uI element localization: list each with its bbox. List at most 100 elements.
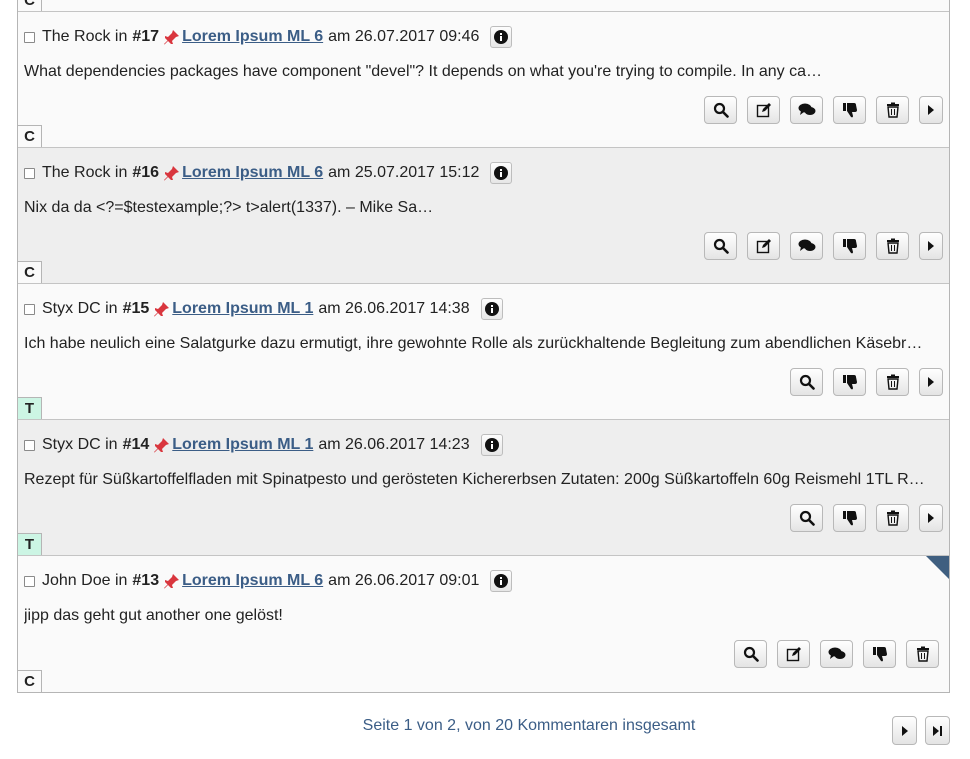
pin-icon: [163, 573, 180, 590]
author: The Rock: [42, 164, 111, 181]
select-checkbox[interactable]: [24, 303, 35, 315]
delete-button[interactable]: [876, 368, 909, 396]
expand-button[interactable]: [919, 504, 943, 532]
skip-end-icon: [933, 725, 942, 736]
type-tag: T: [18, 533, 42, 555]
comment-list: C The Rock in #17 Lorem Ipsum ML 6 am 26…: [17, 0, 950, 693]
author: John Doe: [42, 572, 111, 589]
comment-item: The Rock in #16 Lorem Ipsum ML 6 am 25.0…: [18, 148, 949, 284]
info-button[interactable]: [480, 298, 503, 320]
info-icon: [494, 574, 509, 588]
expand-button[interactable]: [919, 96, 943, 124]
select-checkbox[interactable]: [24, 167, 35, 179]
info-button[interactable]: [490, 162, 513, 184]
pin-icon: [153, 437, 170, 454]
dislike-button[interactable]: [863, 640, 896, 668]
topic-link[interactable]: Lorem Ipsum ML 1: [172, 300, 313, 318]
select-checkbox[interactable]: [24, 31, 35, 43]
view-button[interactable]: [790, 368, 823, 396]
delete-button[interactable]: [876, 96, 909, 124]
last-page-button[interactable]: [925, 716, 950, 745]
type-tag: C: [18, 125, 42, 147]
thumbs-down-icon: [842, 375, 857, 390]
edit-icon: [786, 647, 801, 662]
reply-button[interactable]: [790, 232, 823, 260]
view-button[interactable]: [734, 640, 767, 668]
topic-link[interactable]: Lorem Ipsum ML 6: [182, 164, 323, 182]
pagination-info: Seite 1 von 2, von 20 Kommentaren insges…: [362, 717, 696, 734]
author: Styx DC: [42, 436, 101, 453]
triangle-right-icon: [928, 513, 934, 523]
topic-link[interactable]: Lorem Ipsum ML 6: [182, 572, 323, 590]
comment-item: Styx DC in #14 Lorem Ipsum ML 1 am 26.06…: [18, 420, 949, 556]
datetime: 26.07.2017 09:46: [354, 28, 480, 45]
comment-number: #14: [122, 436, 150, 453]
info-button[interactable]: [480, 434, 503, 456]
topic-link[interactable]: Lorem Ipsum ML 6: [182, 28, 323, 46]
comment-text: Ich habe neulich eine Salatgurke dazu er…: [24, 335, 923, 352]
search-icon: [743, 646, 759, 662]
triangle-right-icon: [901, 725, 908, 736]
type-tag: C: [18, 261, 42, 283]
thumbs-down-icon: [842, 103, 857, 118]
triangle-right-icon: [928, 377, 934, 387]
delete-button[interactable]: [906, 640, 939, 668]
comment-item: Styx DC in #15 Lorem Ipsum ML 1 am 26.06…: [18, 284, 949, 420]
search-icon: [713, 238, 729, 254]
reply-button[interactable]: [820, 640, 853, 668]
comment-text: Rezept für Süßkartoffelfladen mit Spinat…: [24, 471, 924, 488]
pin-icon: [153, 301, 170, 318]
edit-button[interactable]: [747, 96, 780, 124]
triangle-right-icon: [928, 105, 934, 115]
comment-item: The Rock in #17 Lorem Ipsum ML 6 am 26.0…: [18, 12, 949, 148]
reply-button[interactable]: [790, 96, 823, 124]
dislike-button[interactable]: [833, 504, 866, 532]
dislike-button[interactable]: [833, 96, 866, 124]
comment-number: #13: [132, 572, 160, 589]
delete-button[interactable]: [876, 504, 909, 532]
select-checkbox[interactable]: [24, 575, 35, 587]
view-button[interactable]: [704, 96, 737, 124]
comments-icon: [798, 239, 815, 251]
edit-icon: [756, 103, 771, 118]
comment-text: What dependencies packages have componen…: [24, 63, 823, 80]
type-tag: T: [18, 397, 42, 419]
info-button[interactable]: [490, 570, 513, 592]
edit-button[interactable]: [747, 232, 780, 260]
comment-number: #16: [132, 164, 160, 181]
dislike-button[interactable]: [833, 232, 866, 260]
view-button[interactable]: [790, 504, 823, 532]
info-icon: [484, 438, 499, 452]
expand-button[interactable]: [919, 368, 943, 396]
dislike-button[interactable]: [833, 368, 866, 396]
trash-icon: [916, 646, 929, 662]
datetime: 25.07.2017 15:12: [354, 164, 480, 181]
datetime: 26.06.2017 14:23: [345, 436, 470, 453]
delete-button[interactable]: [876, 232, 909, 260]
triangle-right-icon: [928, 241, 934, 251]
author: The Rock: [42, 28, 111, 45]
search-icon: [713, 102, 729, 118]
trash-icon: [886, 238, 899, 254]
previous-comment-tail: C: [18, 0, 949, 12]
comment-item: John Doe in #13 Lorem Ipsum ML 6 am 26.0…: [18, 556, 949, 692]
pagination: [892, 716, 950, 745]
topic-link[interactable]: Lorem Ipsum ML 1: [172, 436, 313, 454]
type-tag: C: [18, 0, 42, 11]
datetime: 26.06.2017 14:38: [345, 300, 470, 317]
comment-text: Nix da da <?=$testexample;?> t>alert(133…: [24, 199, 434, 216]
datetime: 26.06.2017 09:01: [354, 572, 480, 589]
thumbs-down-icon: [842, 511, 857, 526]
select-checkbox[interactable]: [24, 439, 35, 451]
trash-icon: [886, 102, 899, 118]
next-page-button[interactable]: [892, 716, 917, 745]
comment-number: #17: [132, 28, 160, 45]
trash-icon: [886, 374, 899, 390]
comment-number: #15: [122, 300, 150, 317]
edit-button[interactable]: [777, 640, 810, 668]
pin-icon: [163, 29, 180, 46]
expand-button[interactable]: [919, 232, 943, 260]
view-button[interactable]: [704, 232, 737, 260]
comments-icon: [798, 103, 815, 115]
info-button[interactable]: [490, 26, 513, 48]
